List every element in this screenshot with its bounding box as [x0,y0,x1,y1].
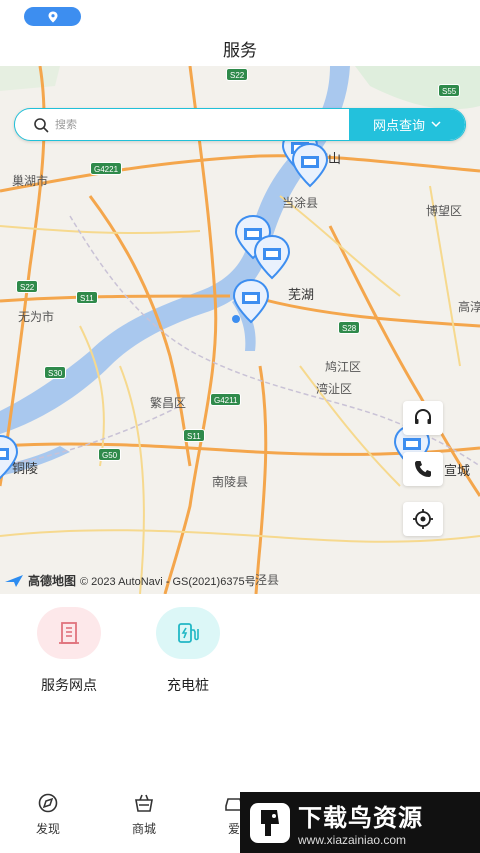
road-shield: S22 [16,280,39,293]
place-label: 鸠江区 [325,360,362,374]
charging-pile-button[interactable]: 充电桩 [138,607,238,695]
place-label: 高淳 [458,300,480,314]
tab-label: 爱 [227,822,240,836]
service-marker[interactable] [231,278,271,324]
road-shield: S28 [338,321,361,334]
attribution-text: © 2023 AutoNavi - GS(2021)6375号 [80,575,256,588]
tab-label: 商城 [131,822,156,836]
map-pin-icon [291,142,329,188]
map-pin-icon [0,434,19,480]
road-shield: S22 [226,68,249,81]
phone-button[interactable] [403,452,443,486]
search-icon [34,117,49,132]
search-input[interactable] [55,118,349,131]
map-pin-icon [253,234,291,280]
watermark-banner: 下载鸟资源 www.xiazainiao.com [240,792,480,853]
shop-basket-icon [135,794,153,812]
road-shield: S30 [44,366,67,379]
place-label: 无为市 [18,310,55,324]
tab-label: 发现 [35,822,60,836]
service-marker[interactable] [252,234,292,280]
service-outlets-circle [37,607,101,659]
locate-button[interactable] [403,502,443,536]
location-button[interactable] [24,7,81,26]
place-label: 巢湖市 [12,174,49,188]
road-shield: G4211 [210,393,242,406]
locate-icon [413,509,433,529]
attribution-brand: 高德地图 [28,574,77,588]
place-label: 宣城 [444,463,471,478]
headset-icon [415,409,431,424]
place-label: 湾沚区 [316,382,353,396]
building-icon [59,622,79,644]
amap-logo-icon [5,574,23,587]
charging-pile-label: 充电桩 [167,677,209,693]
road-shield: G50 [98,448,122,461]
road-shield: G4221 [90,162,123,175]
location-pin-icon [48,11,57,22]
service-outlets-label: 服务网点 [41,677,97,693]
watermark-title: 下载鸟资源 [298,805,423,832]
place-label: 博望区 [426,204,463,218]
outlet-query-dropdown[interactable]: 网点查询 [349,109,465,140]
place-label: 当涂县 [282,196,319,210]
map-attribution: 高德地图 © 2023 AutoNavi - GS(2021)6375号 [4,572,256,589]
place-label: 芜湖 [288,287,315,302]
place-label: 南陵县 [212,475,249,489]
charging-pile-icon [178,623,199,643]
place-label: 泾县 [255,573,280,587]
road-shield: S11 [76,291,98,304]
discover-icon [38,793,58,813]
outlet-query-label: 网点查询 [372,118,425,133]
map-pin-icon [232,278,270,324]
service-marker[interactable] [0,434,20,480]
tab-discover[interactable]: 发现 [18,792,78,837]
service-marker[interactable] [290,142,330,188]
chevron-down-icon [431,121,441,128]
tab-shop[interactable]: 商城 [114,792,174,837]
customer-service-button[interactable] [403,401,443,435]
search-bar: 网点查询 [14,108,466,141]
page-title: 服务 [223,41,257,60]
road-shield: S55 [438,84,461,97]
watermark-logo-icon [250,802,290,843]
watermark-url: www.xiazainiao.com [298,833,407,847]
service-outlets-button[interactable]: 服务网点 [19,607,119,695]
phone-icon [415,461,431,477]
charging-pile-circle [156,607,220,659]
road-shield: S11 [183,429,205,442]
place-label: 繁昌区 [150,396,187,410]
